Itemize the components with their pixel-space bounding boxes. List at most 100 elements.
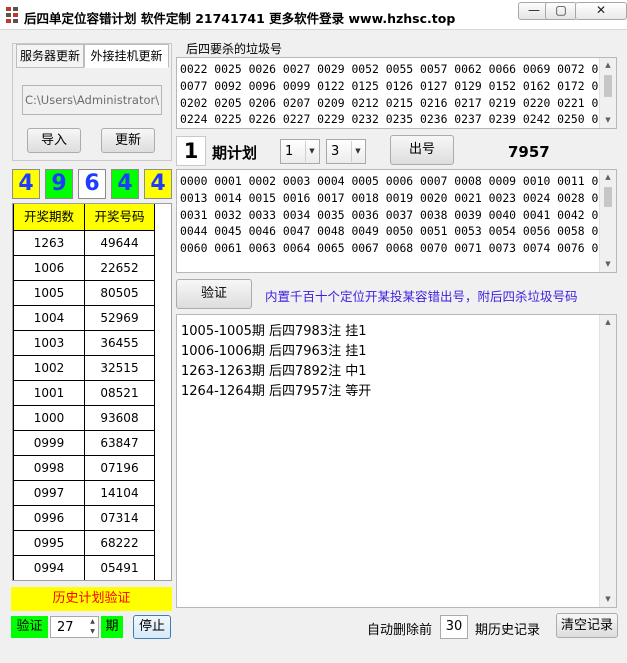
table-row[interactable]: 1006 22652 — [13, 256, 155, 281]
verify-button[interactable]: 验证 — [176, 279, 252, 309]
history-period-cell: 1006 — [13, 256, 85, 281]
kill-group-title: 后四要杀的垃圾号 — [186, 42, 283, 56]
number-line: 0031 0032 0033 0034 0035 0036 0037 0038 … — [180, 207, 617, 222]
chevron-down-icon: ▼ — [305, 141, 318, 162]
digit-2: 9 — [45, 169, 73, 199]
table-row[interactable]: 0999 63847 — [13, 431, 155, 456]
history-period-cell: 1004 — [13, 306, 85, 331]
close-button[interactable]: ✕ — [575, 2, 627, 20]
history-period-cell: 1000 — [13, 406, 85, 431]
number-line: 0022 0025 0026 0027 0029 0052 0055 0057 … — [180, 62, 617, 76]
history-header-period: 开奖期数 — [13, 204, 85, 231]
digit-3: 6 — [78, 169, 106, 199]
title-bar: 后四单定位容错计划 软件定制 21741741 更多软件登录 www.hzhsc… — [0, 0, 627, 30]
table-row[interactable]: 0994 05491 — [13, 556, 155, 580]
position-select[interactable]: 1 ▼ — [280, 139, 320, 164]
spin-down-icon[interactable]: ▼ — [87, 627, 98, 637]
tab-server-update[interactable]: 服务器更新 — [16, 44, 84, 68]
history-period-cell: 1263 — [13, 231, 85, 256]
scroll-up-icon[interactable]: ▲ — [600, 170, 616, 185]
scroll-up-icon[interactable]: ▲ — [600, 315, 616, 330]
history-number-cell: 63847 — [85, 431, 155, 456]
history-number-cell: 07314 — [85, 506, 155, 531]
history-number-cell: 08521 — [85, 381, 155, 406]
period-plan-label: 期计划 — [212, 144, 258, 162]
table-row[interactable]: 0998 07196 — [13, 456, 155, 481]
generate-button[interactable]: 出号 — [390, 135, 454, 165]
numbers-scroll-thumb[interactable] — [604, 187, 612, 207]
table-row[interactable]: 0996 07314 — [13, 506, 155, 531]
period-unit-label: 期 — [101, 616, 123, 638]
history-period-cell: 0999 — [13, 431, 85, 456]
numbers-scrollbar[interactable]: ▲ ▼ — [599, 170, 616, 272]
history-number-cell: 49644 — [85, 231, 155, 256]
table-row[interactable]: 1002 32515 — [13, 356, 155, 381]
digit-5: 4 — [144, 169, 172, 199]
history-period-cell: 1001 — [13, 381, 85, 406]
scroll-down-icon[interactable]: ▼ — [600, 113, 616, 128]
number-line: 0044 0045 0046 0047 0048 0049 0050 0051 … — [180, 224, 617, 239]
path-input[interactable] — [22, 85, 162, 115]
table-row[interactable]: 0995 68222 — [13, 531, 155, 556]
table-row[interactable]: 1000 93608 — [13, 406, 155, 431]
log-scrollbar[interactable]: ▲ ▼ — [599, 315, 616, 607]
number-line: 0224 0225 0226 0227 0229 0232 0235 0236 … — [180, 112, 617, 127]
history-verify-label: 历史计划验证 — [11, 587, 172, 611]
count-select[interactable]: 3 ▼ — [326, 139, 366, 164]
table-row[interactable]: 1001 08521 — [13, 381, 155, 406]
table-row[interactable]: 1005 80505 — [13, 281, 155, 306]
number-line: 0060 0061 0063 0064 0065 0067 0068 0070 … — [180, 241, 617, 256]
history-number-cell: 36455 — [85, 331, 155, 356]
description-text: 内置千百十个定位开某投某容错出号，附后四杀垃圾号码 — [265, 289, 578, 304]
period-number: 1 — [176, 136, 206, 166]
history-period-cell: 0994 — [13, 556, 85, 580]
spin-up-icon[interactable]: ▲ — [87, 617, 98, 627]
history-number-cell: 14104 — [85, 481, 155, 506]
update-button[interactable]: 更新 — [101, 128, 155, 153]
import-button[interactable]: 导入 — [27, 128, 81, 153]
history-number-cell: 32515 — [85, 356, 155, 381]
maximize-button[interactable]: ▢ — [545, 2, 577, 20]
table-row[interactable]: 1003 36455 — [13, 331, 155, 356]
stop-button[interactable]: 停止 — [133, 615, 171, 639]
log-line: 1005-1005期 后四7983注 挂1 — [181, 324, 367, 339]
table-row[interactable]: 1004 52969 — [13, 306, 155, 331]
number-line: 0000 0001 0002 0003 0004 0005 0006 0007 … — [180, 174, 617, 188]
auto-delete-input[interactable]: 30 — [440, 615, 468, 639]
tab-external-update[interactable]: 外接挂机更新 — [84, 44, 169, 68]
clear-records-button[interactable]: 清空记录 — [556, 613, 618, 638]
history-period-cell: 0995 — [13, 531, 85, 556]
kill-numbers-box[interactable]: 0022 0025 0026 0027 0029 0052 0055 0057 … — [176, 57, 617, 129]
result-count: 7957 — [508, 143, 550, 161]
count-select-value: 3 — [331, 144, 340, 159]
number-line: 0077 0092 0096 0099 0122 0125 0126 0127 … — [180, 78, 617, 93]
history-number-cell: 52969 — [85, 306, 155, 331]
close-icon: ✕ — [595, 3, 607, 17]
number-line: 0202 0205 0206 0207 0209 0212 0215 0216 … — [180, 95, 617, 110]
kill-scrollbar[interactable]: ▲ ▼ — [599, 58, 616, 128]
generated-numbers-box[interactable]: 0000 0001 0002 0003 0004 0005 0006 0007 … — [176, 169, 617, 273]
scroll-down-icon[interactable]: ▼ — [600, 257, 616, 272]
history-header-number: 开奖号码 — [85, 204, 155, 231]
auto-delete-label: 自动删除前 — [367, 623, 433, 638]
result-log[interactable]: 1005-1005期 后四7983注 挂1 1006-1006期 后四7963注… — [176, 314, 617, 608]
scroll-down-icon[interactable]: ▼ — [600, 592, 616, 607]
position-select-value: 1 — [285, 144, 294, 159]
verify-label: 验证 — [11, 616, 48, 638]
app-icon — [6, 7, 20, 23]
scroll-up-icon[interactable]: ▲ — [600, 58, 616, 73]
history-period-cell: 1002 — [13, 356, 85, 381]
history-period-cell: 1005 — [13, 281, 85, 306]
digit-1: 4 — [12, 169, 40, 199]
maximize-icon: ▢ — [555, 3, 567, 17]
history-records-label: 期历史记录 — [475, 623, 541, 638]
history-number-cell: 68222 — [85, 531, 155, 556]
verify-period-stepper[interactable]: 27 ▲ ▼ — [50, 616, 99, 638]
number-line: 0013 0014 0015 0016 0017 0018 0019 0020 … — [180, 190, 617, 205]
kill-numbers-text: 0022 0025 0026 0027 0029 0052 0055 0057 … — [180, 61, 617, 128]
table-row[interactable]: 0997 14104 — [13, 481, 155, 506]
history-table[interactable]: 开奖期数 开奖号码 1263 49644 1006 22652 1005 80505 100… — [12, 203, 172, 581]
kill-scroll-thumb[interactable] — [604, 75, 612, 97]
history-number-cell: 07196 — [85, 456, 155, 481]
table-row[interactable]: 1263 49644 — [13, 231, 155, 256]
